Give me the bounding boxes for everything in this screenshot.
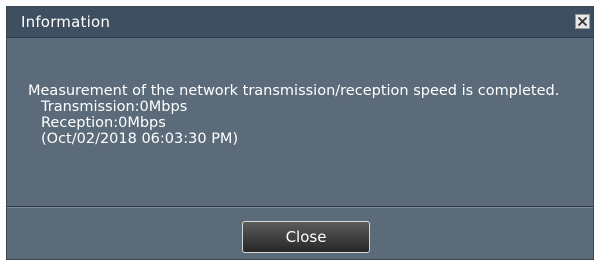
close-button[interactable]: Close (242, 221, 370, 253)
dialog-titlebar: Information (7, 7, 593, 38)
dialog-title: Information (21, 13, 111, 31)
dialog-message: Measurement of the network transmission/… (28, 83, 559, 147)
measurement-timestamp: (Oct/02/2018 06:03:30 PM) (41, 131, 239, 147)
transmission-speed: Transmission:0Mbps (41, 99, 188, 115)
close-icon[interactable] (575, 14, 590, 29)
reception-speed: Reception:0Mbps (41, 115, 166, 131)
information-dialog: Information Measurement of the network t… (6, 6, 594, 260)
message-main-line: Measurement of the network transmission/… (28, 83, 560, 99)
footer-divider (7, 206, 593, 208)
